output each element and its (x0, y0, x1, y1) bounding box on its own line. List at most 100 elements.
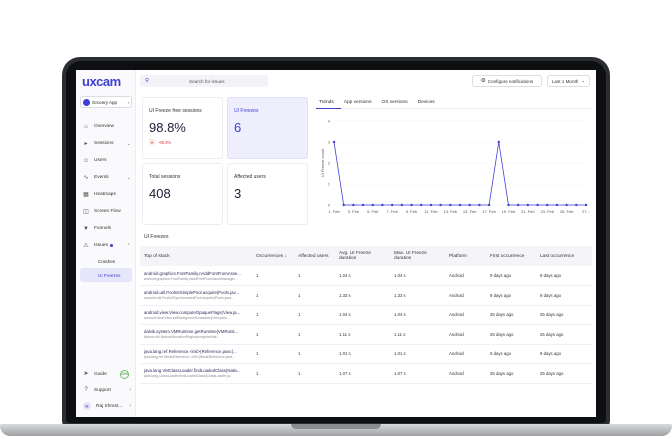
column-header: Top of stack (140, 246, 252, 266)
metric-card-total-sessions[interactable]: Total sessions 408 (142, 163, 223, 225)
metric-card-ui-freezes[interactable]: UI Freezes 6 (227, 97, 308, 159)
table-row[interactable]: java.lang.VMClassLoader.findLoadedClass(… (140, 363, 592, 384)
sidebar-item-issues[interactable]: ⚠ Issues ⌃ (76, 237, 136, 254)
metric-card-freeze-free-sessions[interactable]: UI Freeze free sessions 98.8% ▾ -98.8% (142, 97, 223, 159)
app-selector-value: Grocery App (92, 99, 118, 105)
sidebar-item-heatmaps[interactable]: ▦ Heatmaps (76, 186, 136, 203)
sidebar-item-crashes[interactable]: Crashes (76, 254, 136, 268)
stack-link[interactable]: dalvik.system.VMRuntime.getRuntime(VMRun… (144, 329, 248, 334)
search-placeholder: Search for issues (189, 78, 225, 84)
flow-icon: ◫ (83, 208, 89, 215)
occurrences-cell: 1 (252, 324, 294, 345)
sidebar-item-label: UI Freezes (98, 272, 121, 278)
sidebar-item-events[interactable]: ∿ Events ⌄ (76, 169, 136, 186)
tab-app-versions[interactable]: App versions (341, 97, 379, 109)
data-point (555, 203, 559, 207)
trends-panel: Trends App versions OS versions Devices … (316, 97, 592, 221)
trends-tabs: Trends App versions OS versions Devices (316, 97, 592, 109)
trend-down-icon: ▾ (149, 139, 155, 145)
x-tick-label: 25. Feb (560, 209, 574, 214)
data-point (497, 140, 500, 144)
notification-dot (109, 244, 113, 247)
x-tick-label: 15. Feb (463, 209, 477, 214)
x-tick-label: 1. Feb (328, 209, 340, 214)
support-link[interactable]: ? Support › (76, 382, 136, 398)
table-row[interactable]: java.lang.ref.Reference.<init>(Reference… (140, 344, 592, 364)
tab-os-versions[interactable]: OS versions (379, 97, 415, 109)
data-point (546, 203, 549, 207)
table-title: UI Freezes (144, 234, 169, 240)
x-tick-label: 17. Feb (482, 209, 496, 214)
funnel-icon: ▼ (83, 225, 89, 232)
data-point (390, 203, 394, 207)
uxcam-logo[interactable]: uxcam (82, 74, 121, 89)
table-row[interactable]: android.graphics.FontFamily.nAddFontFrom… (140, 266, 592, 286)
sidebar-item-label: Users (94, 158, 107, 163)
sidebar-item-sessions[interactable]: ▸ Sessions ⌄ (76, 135, 136, 152)
table-row[interactable]: dalvik.system.VMRuntime.getRuntime(VMRun… (140, 324, 592, 345)
sidebar-item-label: Sessions (94, 141, 114, 146)
column-header: Max. UI Freeze duration (390, 246, 445, 266)
first-occurrence-cell: 9 days ago (486, 344, 536, 364)
max-duration-cell: 1.07 s (390, 363, 445, 384)
metric-card-affected-users[interactable]: Affected users 3 (227, 163, 308, 225)
stack-link[interactable]: java.lang.VMClassLoader.findLoadedClass(… (144, 368, 248, 373)
issues-icon: ⚠ (83, 242, 89, 249)
series-line (333, 141, 586, 206)
sidebar-item-label: Funnels (94, 226, 112, 231)
stack-link[interactable]: android.graphics.FontFamily.nAddFontFrom… (144, 271, 248, 276)
affected-users-cell: 1 (294, 344, 335, 364)
table-row[interactable]: android.view.View.computeOpaqueFlags(Vie… (140, 305, 592, 325)
laptop-notch (291, 424, 381, 429)
stack-cell: android.graphics.FontFamily.nAddFontFrom… (140, 266, 252, 286)
data-point (361, 203, 365, 207)
tab-devices[interactable]: Devices (415, 97, 442, 109)
stack-link[interactable]: android.util.PoolsSSimplePool.acquire(Po… (144, 290, 248, 295)
last-occurrence-cell: 9 days ago (536, 285, 592, 306)
guide-link[interactable]: ➤ Guide 33% (76, 366, 136, 382)
search-input[interactable]: ⚲ Search for issues (140, 75, 268, 87)
column-header[interactable]: Occurrences ↓ (252, 246, 294, 266)
data-point (536, 203, 539, 207)
date-range-select[interactable]: Last 1 Month ⌄ (547, 75, 590, 87)
stack-subtext: libcore.util.NativeAllocationRegistry.re… (144, 335, 220, 340)
sidebar-item-screen-flow[interactable]: ◫ Screen Flow (76, 203, 136, 220)
app-icon (83, 98, 90, 106)
y-tick-label: 0 (328, 203, 331, 208)
user-menu[interactable]: R Raj Shrest... › (76, 398, 136, 414)
stack-link[interactable]: java.lang.ref.Reference.<init>(Reference… (144, 349, 248, 354)
stack-subtext: java.lang.ClassLoader.findLoadedClass(Cl… (144, 374, 233, 379)
app-selector[interactable]: Grocery App › (80, 96, 132, 108)
data-point (371, 203, 374, 207)
sidebar-bottom: ➤ Guide 33% ? Support › R Raj Shrest... … (76, 366, 136, 414)
guide-label: Guide (94, 371, 107, 377)
data-point (565, 203, 568, 207)
affected-users-cell: 1 (294, 285, 335, 306)
data-point (342, 203, 345, 207)
first-occurrence-cell: 25 days ago (486, 305, 536, 325)
rocket-icon: ➤ (83, 371, 89, 377)
sidebar-item-overview[interactable]: ⌂ Overview (76, 118, 136, 135)
stack-link[interactable]: android.view.View.computeOpaqueFlags(Vie… (144, 310, 248, 315)
avg-duration-cell: 1.33 s (335, 285, 390, 306)
platform-cell: Android (445, 324, 486, 345)
guide-progress-badge: 33% (120, 369, 129, 379)
table-header-row: Top of stack Occurrences ↓ Affected users A… (140, 246, 592, 266)
last-occurrence-cell: 25 days ago (536, 324, 592, 345)
support-label: Support (94, 387, 111, 393)
y-tick-label: 3 (328, 140, 331, 145)
data-point (332, 140, 336, 144)
stack-cell: java.lang.VMClassLoader.findLoadedClass(… (140, 363, 252, 384)
stack-subtext: java.lang.ref.WeakReference.<init>(WeakR… (144, 354, 236, 359)
app-screen: uxcam Grocery App › ⌂ Overview ▸ Session… (76, 70, 596, 417)
card-value: 408 (149, 186, 171, 201)
sidebar-item-ui-freezes[interactable]: UI Freezes (80, 268, 132, 282)
sidebar-item-funnels[interactable]: ▼ Funnels (76, 220, 136, 237)
configure-notifications-button[interactable]: ⚙ Configure notifications (472, 75, 542, 87)
tab-trends[interactable]: Trends (316, 97, 341, 109)
card-label: Affected users (234, 174, 266, 180)
data-point (516, 203, 520, 207)
table-row[interactable]: android.util.PoolsSSimplePool.acquire(Po… (140, 285, 592, 306)
sidebar-item-users[interactable]: ☺ Users (76, 152, 136, 169)
sidebar-item-label: Crashes (98, 258, 116, 264)
